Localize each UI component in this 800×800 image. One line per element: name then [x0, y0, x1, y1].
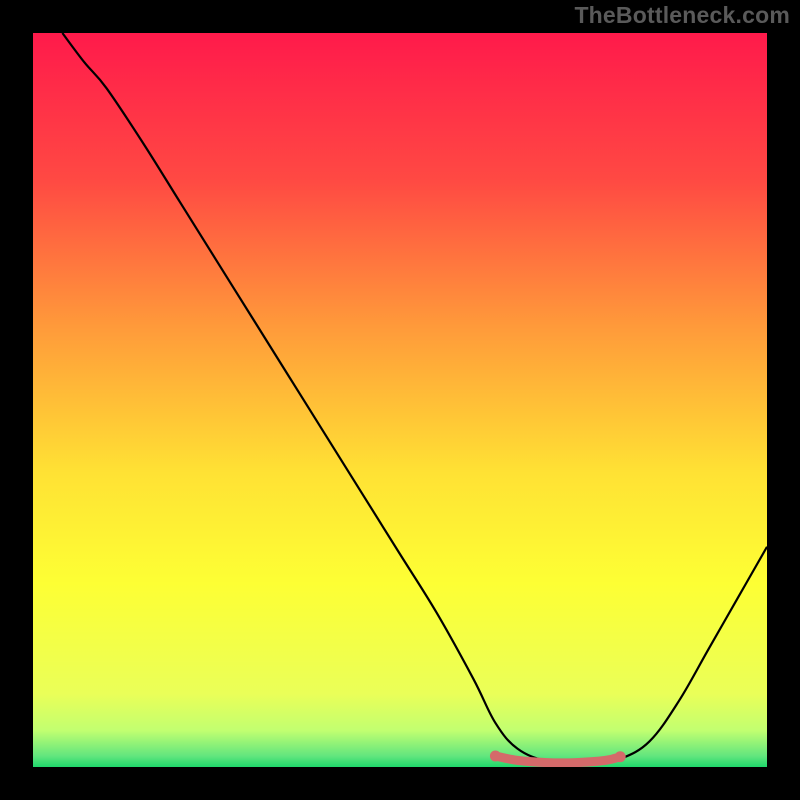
- bottleneck-curve: [62, 33, 767, 763]
- chart-svg: [33, 33, 767, 767]
- watermark-text: TheBottleneck.com: [574, 2, 790, 29]
- chart-container: TheBottleneck.com: [0, 0, 800, 800]
- valley-endpoint-right: [615, 751, 626, 762]
- flat-valley-highlight: [495, 756, 620, 763]
- plot-area: [33, 33, 767, 767]
- valley-endpoint-left: [490, 750, 501, 761]
